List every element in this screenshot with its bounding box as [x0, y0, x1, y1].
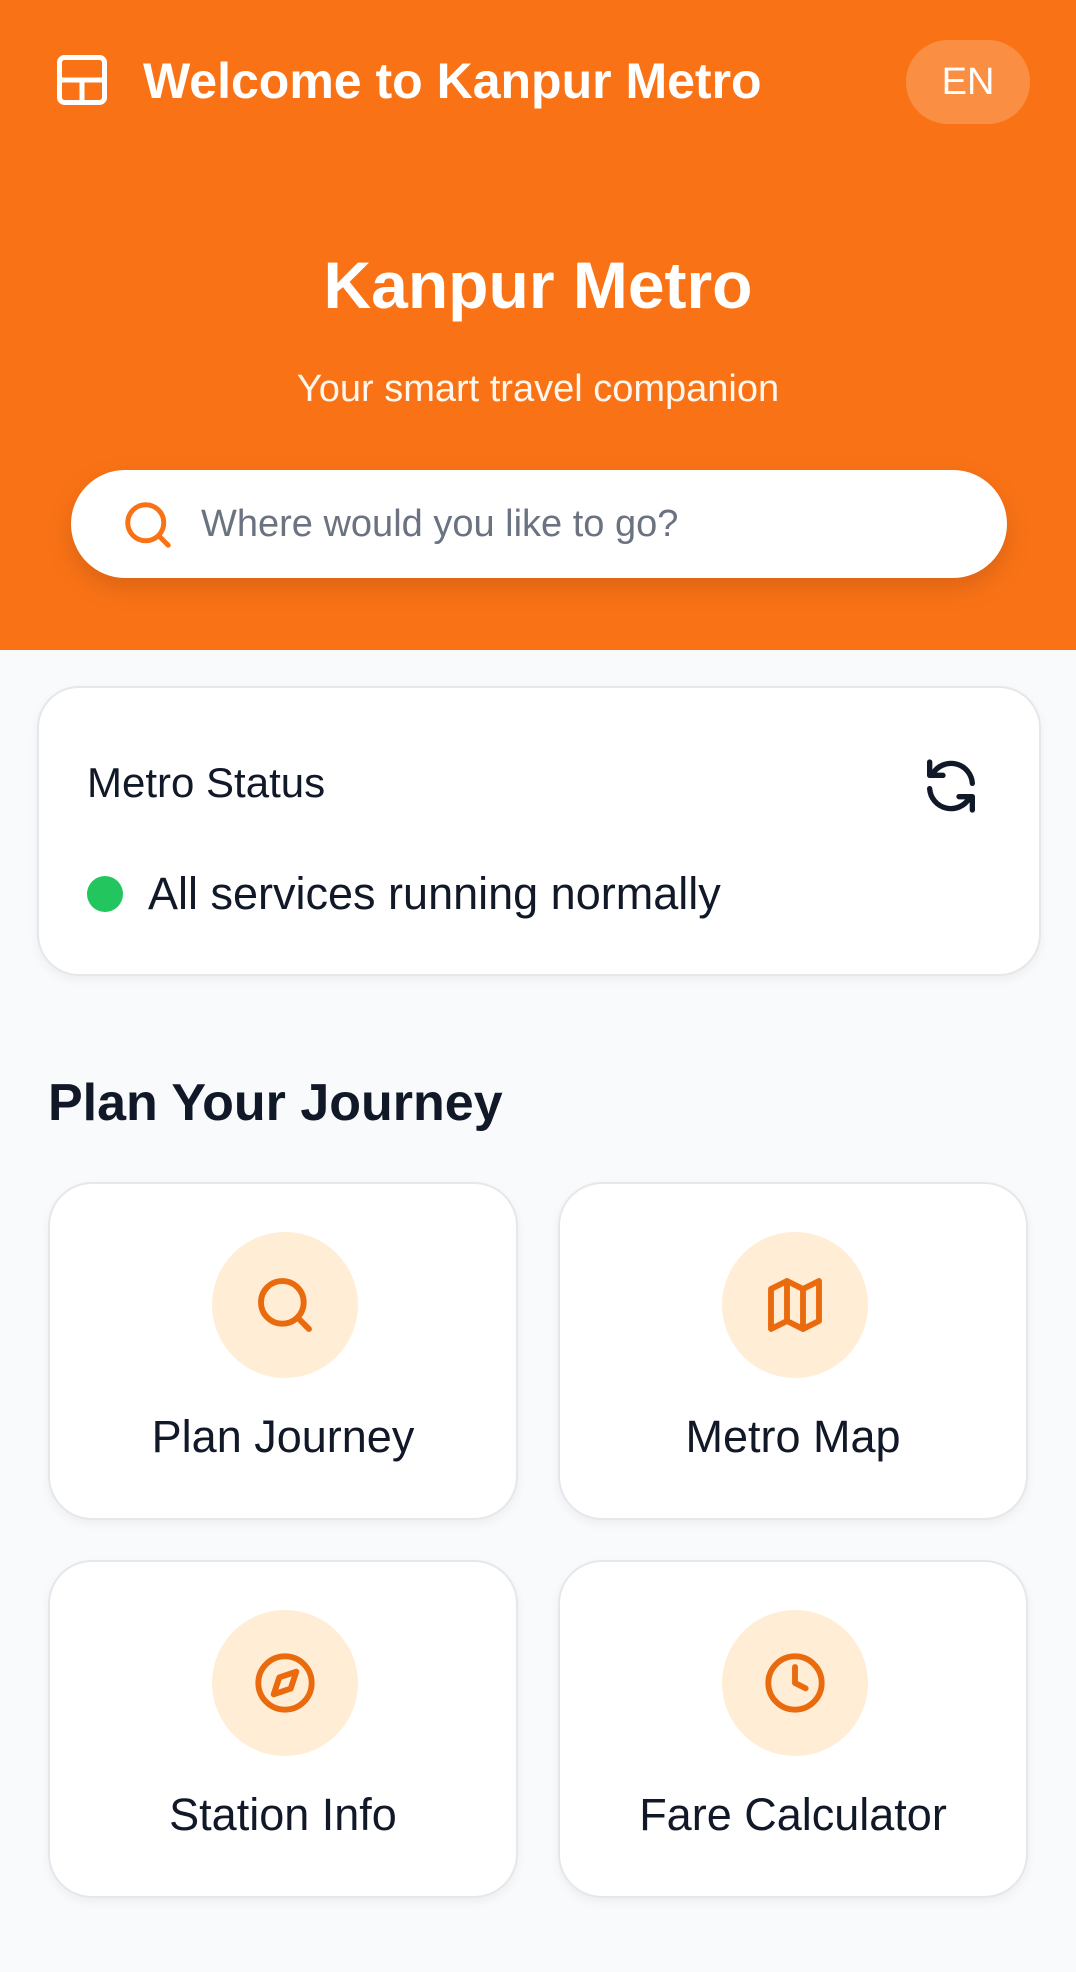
metro-map-tile[interactable]: Metro Map [558, 1182, 1028, 1520]
tile-icon-background [212, 1610, 358, 1756]
metro-status-card: Metro Status All services running normal… [37, 686, 1041, 976]
hero-subtitle: Your smart travel companion [296, 368, 780, 410]
tile-label: Metro Map [685, 1411, 901, 1462]
refresh-icon [927, 759, 975, 813]
status-indicator-dot [87, 876, 123, 912]
top-bar: Welcome to Kanpur Metro EN [0, 0, 1076, 160]
section-title: Plan Your Journey [48, 1074, 503, 1132]
tile-label: Station Info [169, 1789, 397, 1840]
app-title: Welcome to Kanpur Metro [143, 53, 762, 109]
app-root: Welcome to Kanpur Metro EN Kanpur Metro … [0, 0, 1076, 1972]
tile-icon-background [212, 1232, 358, 1378]
language-button[interactable]: EN [906, 40, 1030, 124]
status-title: Metro Status [87, 759, 326, 806]
clock-icon [765, 1653, 825, 1713]
status-message: All services running normally [148, 868, 721, 919]
plan-journey-tile[interactable]: Plan Journey [48, 1182, 518, 1520]
tile-icon-background [722, 1610, 868, 1756]
tile-label: Plan Journey [151, 1411, 415, 1462]
refresh-button[interactable] [919, 754, 983, 818]
hero-title: Kanpur Metro [323, 248, 753, 322]
map-icon [768, 1278, 822, 1332]
search-icon [121, 498, 175, 552]
compass-icon [255, 1653, 315, 1713]
search-icon [258, 1278, 312, 1332]
search-bar[interactable] [71, 470, 1007, 578]
search-input[interactable] [201, 490, 961, 558]
tile-icon-background [722, 1232, 868, 1378]
station-info-tile[interactable]: Station Info [48, 1560, 518, 1898]
fare-calculator-tile[interactable]: Fare Calculator [558, 1560, 1028, 1898]
layout-grid-icon[interactable] [52, 50, 112, 110]
hero-header: Welcome to Kanpur Metro EN Kanpur Metro … [0, 0, 1076, 650]
tile-label: Fare Calculator [639, 1789, 947, 1840]
